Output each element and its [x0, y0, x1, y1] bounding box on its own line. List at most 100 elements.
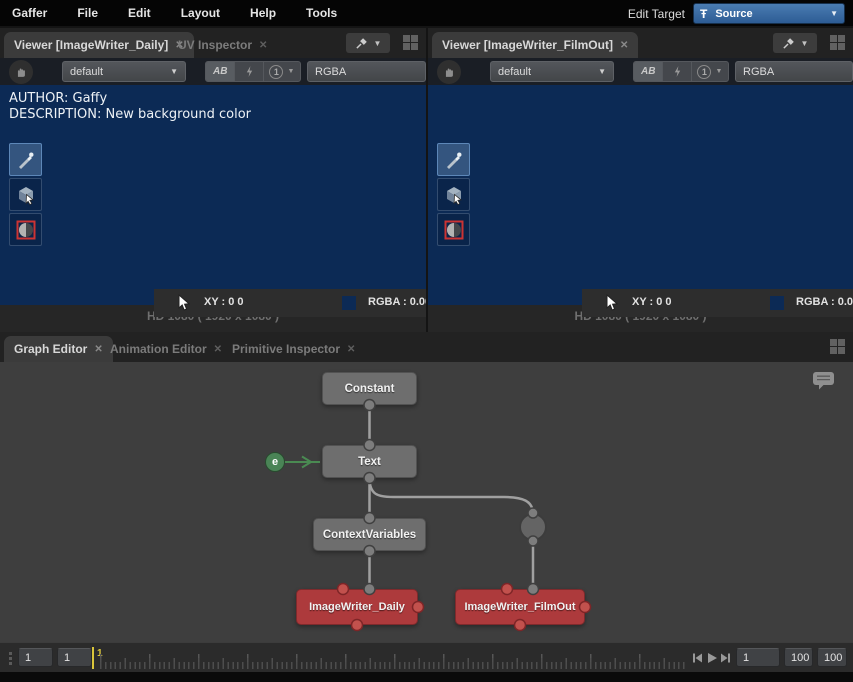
view-select-value: default — [498, 66, 531, 78]
pin-menu-button[interactable]: ▼ — [346, 33, 390, 53]
node-contextvariables[interactable]: ContextVariables — [313, 518, 426, 551]
play-button[interactable] — [706, 652, 718, 664]
tab-viewer-filmout[interactable]: Viewer [ImageWriter_FilmOut] ✕ — [432, 32, 638, 58]
tab-graph-editor[interactable]: Graph Editor ✕ — [4, 336, 113, 362]
select-tool-button[interactable] — [437, 178, 470, 211]
node-text[interactable]: Text — [322, 445, 417, 478]
close-icon[interactable]: ✕ — [259, 40, 267, 51]
cursor-icon — [606, 294, 619, 312]
eyedropper-icon — [16, 150, 36, 170]
channel-count-button[interactable]: 1 ▼ — [264, 62, 300, 81]
hand-icon — [442, 65, 456, 79]
channels-select[interactable]: RGBA — [307, 61, 426, 82]
viewer-panel-daily: Viewer [ImageWriter_Daily] ✕ UV Inspecto… — [0, 28, 426, 332]
color-picker-tool-button[interactable] — [437, 143, 470, 176]
pin-icon — [782, 37, 795, 50]
quarter-circle-icon — [16, 220, 36, 240]
tab-primitive-inspector[interactable]: Primitive Inspector ✕ — [222, 336, 365, 362]
channel-count-value: 1 — [269, 65, 283, 79]
cube-cursor-icon — [15, 184, 37, 206]
timeline-snap-field[interactable]: 1 — [57, 648, 92, 667]
menu-help[interactable]: Help — [235, 6, 291, 20]
view-select[interactable]: default ▼ — [62, 61, 186, 82]
chevron-down-icon: ▼ — [598, 67, 606, 76]
image-text-overlay: AUTHOR: Gaffy DESCRIPTION: New backgroun… — [9, 91, 251, 123]
view-select[interactable]: default ▼ — [490, 61, 614, 82]
viewer-filmout-toolbar: default ▼ AB 1 ▼ RGBA — [428, 58, 853, 85]
node-connections — [0, 362, 853, 642]
viewer-daily-viewport[interactable]: AUTHOR: Gaffy DESCRIPTION: New backgroun… — [0, 85, 426, 305]
timeline-start-field[interactable]: 1 — [18, 648, 53, 667]
xy-readout: XY : 0 0 — [204, 296, 244, 308]
close-icon[interactable]: ✕ — [347, 344, 355, 355]
tab-animation-editor[interactable]: Animation Editor ✕ — [100, 336, 232, 362]
menu-file[interactable]: File — [62, 6, 113, 20]
crop-window-tool-button[interactable] — [437, 213, 470, 246]
gaffer-window: Gaffer File Edit Layout Help Tools Edit … — [0, 0, 853, 682]
end-frame-field-2[interactable]: 100 — [817, 648, 847, 667]
tab-viewer-daily[interactable]: Viewer [ImageWriter_Daily] ✕ — [4, 32, 194, 58]
menu-gaffer[interactable]: Gaffer — [0, 6, 62, 20]
solo-channel-button[interactable] — [663, 62, 691, 81]
pan-tool-button[interactable] — [437, 60, 461, 84]
layout-grid-icon[interactable] — [830, 35, 845, 50]
pan-tool-button[interactable] — [9, 60, 33, 84]
graph-canvas[interactable]: Constant Text ContextVariables ImageWrit… — [0, 362, 853, 642]
timeline-bar: 1 1 1 1 100 100 — [0, 642, 853, 672]
quarter-circle-icon — [444, 220, 464, 240]
node-dot[interactable] — [520, 514, 546, 540]
viewer-filmout-viewport[interactable] — [428, 85, 853, 305]
pin-target-icon: Ŧ — [700, 7, 707, 21]
lightning-icon — [245, 65, 254, 78]
chevron-down-icon: ▼ — [801, 39, 809, 48]
channels-select-value: RGBA — [743, 66, 774, 78]
node-imagewriter-daily[interactable]: ImageWriter_Daily — [296, 589, 418, 625]
skip-to-start-button[interactable] — [691, 652, 703, 664]
channels-select[interactable]: RGBA — [735, 61, 853, 82]
chevron-down-icon: ▼ — [715, 68, 722, 75]
compare-ab-button[interactable]: AB — [634, 62, 663, 81]
edit-target-select[interactable]: Ŧ Source ▼ — [693, 3, 845, 24]
node-constant[interactable]: Constant — [322, 372, 417, 405]
graph-tabbar: Graph Editor ✕ Animation Editor ✕ Primit… — [0, 332, 853, 362]
close-icon[interactable]: ✕ — [620, 40, 628, 51]
node-expression[interactable]: e — [265, 452, 285, 472]
pin-icon — [355, 37, 368, 50]
color-picker-tool-button[interactable] — [9, 143, 42, 176]
cube-cursor-icon — [443, 184, 465, 206]
viewer-tool-column — [9, 143, 42, 248]
compare-ab-button[interactable]: AB — [206, 62, 235, 81]
tab-label: Primitive Inspector — [232, 342, 340, 356]
close-icon[interactable]: ✕ — [214, 344, 222, 355]
timeline-grip-handle[interactable] — [9, 652, 12, 666]
graph-editor-panel: Graph Editor ✕ Animation Editor ✕ Primit… — [0, 332, 853, 642]
solo-channel-button[interactable] — [235, 62, 263, 81]
layout-grid-icon[interactable] — [830, 339, 845, 354]
menu-edit[interactable]: Edit — [113, 6, 166, 20]
color-swatch — [342, 296, 356, 310]
node-imagewriter-filmout[interactable]: ImageWriter_FilmOut — [455, 589, 585, 625]
channels-select-value: RGBA — [315, 66, 346, 78]
skip-to-end-button[interactable] — [720, 652, 732, 664]
eyedropper-icon — [444, 150, 464, 170]
view-select-value: default — [70, 66, 103, 78]
color-swatch — [770, 296, 784, 310]
menu-layout[interactable]: Layout — [166, 6, 235, 20]
chevron-down-icon: ▼ — [170, 67, 178, 76]
select-tool-button[interactable] — [9, 178, 42, 211]
frame-ruler[interactable] — [100, 648, 685, 669]
chevron-down-icon: ▼ — [374, 39, 382, 48]
lightning-icon — [673, 65, 682, 78]
annotation-icon[interactable] — [812, 371, 836, 391]
pin-menu-button[interactable]: ▼ — [773, 33, 817, 53]
channel-count-button[interactable]: 1 ▼ — [692, 62, 728, 81]
end-frame-field[interactable]: 100 — [784, 648, 813, 667]
current-frame-field[interactable]: 1 — [736, 648, 780, 667]
crop-window-tool-button[interactable] — [9, 213, 42, 246]
playhead-marker[interactable] — [92, 647, 94, 669]
pixel-status-bar: XY : 0 0 RGBA : 0.000 0.0 — [154, 289, 426, 317]
edit-target-value: Source — [715, 8, 752, 20]
tab-uv-inspector[interactable]: UV Inspector ✕ — [168, 32, 277, 58]
layout-grid-icon[interactable] — [403, 35, 418, 50]
menu-tools[interactable]: Tools — [291, 6, 352, 20]
